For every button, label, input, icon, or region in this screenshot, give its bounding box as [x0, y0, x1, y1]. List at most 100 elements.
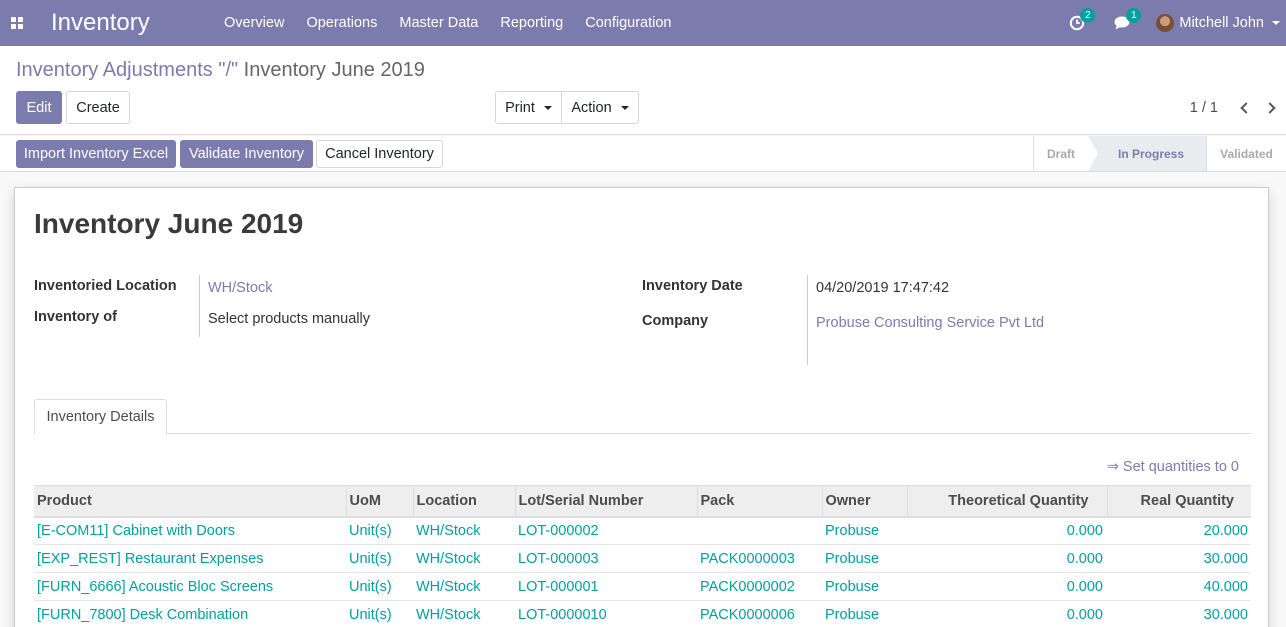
menu-operations[interactable]: Operations [295, 0, 388, 46]
column-pack[interactable]: Pack [696, 485, 822, 518]
sidebar-actions: Print Action [495, 91, 639, 124]
top-navbar: Inventory Overview Operations Master Dat… [0, 0, 1286, 46]
pager-previous-button[interactable] [1230, 91, 1258, 124]
menu-reporting[interactable]: Reporting [489, 0, 574, 46]
inventoried-location-value[interactable]: WH/Stock [208, 280, 272, 296]
cell-uom[interactable]: Unit(s) [346, 516, 413, 545]
create-button[interactable]: Create [66, 91, 130, 124]
breadcrumb-parent[interactable]: Inventory Adjustments [16, 59, 213, 81]
cell-owner[interactable]: Probuse [822, 544, 907, 573]
cell-real-qty[interactable]: 40.000 [1107, 572, 1251, 601]
field-divider [199, 275, 200, 337]
tab-inventory-details[interactable]: Inventory Details [34, 399, 167, 435]
cell-location[interactable]: WH/Stock [413, 544, 515, 573]
table-row[interactable]: [FURN_7800] Desk Combination Unit(s) WH/… [34, 600, 1251, 627]
message-count-badge: 1 [1126, 8, 1142, 23]
pager: 1 / 1 [1190, 91, 1286, 124]
table-row[interactable]: [E-COM11] Cabinet with Doors Unit(s) WH/… [34, 516, 1251, 545]
messages-menu[interactable]: 1 [1100, 0, 1146, 46]
company-label: Company [642, 313, 709, 329]
cell-theoretical-qty[interactable]: 0.000 [907, 516, 1107, 545]
column-theoretical-quantity[interactable]: Theoretical Quantity [906, 485, 1107, 518]
table-row[interactable]: [EXP_REST] Restaurant Expenses Unit(s) W… [34, 544, 1251, 573]
action-dropdown[interactable]: Action [562, 91, 639, 124]
company-value[interactable]: Probuse Consulting Service Pvt Ltd [816, 315, 1044, 331]
breadcrumb-current: Inventory June 2019 [243, 59, 425, 81]
menu-configuration[interactable]: Configuration [574, 0, 682, 46]
cell-uom[interactable]: Unit(s) [346, 600, 413, 627]
cell-owner[interactable]: Probuse [822, 572, 907, 601]
cell-product[interactable]: [E-COM11] Cabinet with Doors [34, 516, 346, 545]
cell-lot[interactable]: LOT-000002 [515, 516, 697, 545]
cell-product[interactable]: [FURN_6666] Acoustic Bloc Screens [34, 572, 346, 601]
activity-count-badge: 2 [1080, 8, 1096, 23]
form-statusbar: Import Inventory Excel Validate Inventor… [0, 136, 1286, 172]
cell-real-qty[interactable]: 20.000 [1107, 516, 1251, 545]
cell-lot[interactable]: LOT-000001 [515, 572, 697, 601]
cell-real-qty[interactable]: 30.000 [1107, 600, 1251, 627]
menu-master-data[interactable]: Master Data [388, 0, 489, 46]
chevron-down-icon [543, 105, 552, 110]
activity-menu[interactable]: 2 [1054, 0, 1100, 46]
column-product[interactable]: Product [34, 485, 346, 518]
systray: 2 1 Mitchell John [1054, 0, 1286, 46]
cell-pack[interactable]: PACK0000003 [697, 544, 822, 573]
cell-uom[interactable]: Unit(s) [346, 572, 413, 601]
set-quantities-button[interactable]: ⇒ Set quantities to 0 [1107, 459, 1239, 475]
validate-inventory-button[interactable]: Validate Inventory [180, 140, 313, 168]
cell-owner[interactable]: Probuse [822, 516, 907, 545]
chevron-down-icon [1272, 21, 1280, 25]
stage-draft: Draft [1033, 136, 1088, 171]
column-lot-serial[interactable]: Lot/Serial Number [514, 485, 697, 518]
field-divider [807, 275, 808, 365]
inventory-of-label: Inventory of [34, 309, 117, 325]
column-location[interactable]: Location [412, 485, 515, 518]
edit-button[interactable]: Edit [16, 91, 62, 124]
column-owner[interactable]: Owner [821, 485, 907, 518]
cell-lot[interactable]: LOT-0000010 [515, 600, 697, 627]
avatar [1156, 14, 1175, 32]
apps-grid-icon[interactable] [2, 0, 32, 46]
import-inventory-excel-button[interactable]: Import Inventory Excel [16, 140, 176, 168]
chevron-down-icon [620, 105, 629, 110]
cell-pack[interactable] [697, 516, 822, 545]
cell-pack[interactable]: PACK0000006 [697, 600, 822, 627]
inventoried-location-label: Inventoried Location [34, 278, 177, 294]
cell-theoretical-qty[interactable]: 0.000 [907, 544, 1107, 573]
cell-theoretical-qty[interactable]: 0.000 [907, 572, 1107, 601]
cell-product[interactable]: [FURN_7800] Desk Combination [34, 600, 346, 627]
menu-overview[interactable]: Overview [213, 0, 295, 46]
user-menu[interactable]: Mitchell John [1156, 14, 1280, 32]
column-real-quantity[interactable]: Real Quantity [1106, 485, 1251, 518]
pager-next-button[interactable] [1258, 91, 1286, 124]
cell-location[interactable]: WH/Stock [413, 600, 515, 627]
pager-value[interactable]: 1 / 1 [1190, 100, 1218, 116]
cancel-inventory-button[interactable]: Cancel Inventory [316, 140, 443, 168]
cell-theoretical-qty[interactable]: 0.000 [907, 600, 1107, 627]
cell-owner[interactable]: Probuse [822, 600, 907, 627]
table-row[interactable]: [FURN_6666] Acoustic Bloc Screens Unit(s… [34, 572, 1251, 601]
cell-uom[interactable]: Unit(s) [346, 544, 413, 573]
stage-in-progress: In Progress [1088, 136, 1206, 171]
stage-validated: Validated [1206, 136, 1286, 171]
inventory-of-value: Select products manually [208, 311, 370, 327]
inventory-lines-table: Product UoM Location Lot/Serial Number P… [34, 485, 1251, 627]
cell-product[interactable]: [EXP_REST] Restaurant Expenses [34, 544, 346, 573]
app-title[interactable]: Inventory [51, 9, 211, 37]
chevron-right-icon [1264, 101, 1276, 114]
form-sheet: Inventory June 2019 Inventoried Location… [14, 187, 1269, 627]
status-stages: Draft In Progress Validated [1033, 136, 1286, 171]
control-panel: Inventory Adjustments "/" Inventory June… [0, 46, 1286, 135]
inventory-date-label: Inventory Date [642, 278, 743, 294]
chevron-left-icon [1240, 101, 1252, 114]
print-label: Print [505, 99, 535, 116]
cell-location[interactable]: WH/Stock [413, 572, 515, 601]
cell-pack[interactable]: PACK0000002 [697, 572, 822, 601]
cell-lot[interactable]: LOT-000003 [515, 544, 697, 573]
column-uom[interactable]: UoM [345, 485, 413, 518]
cell-location[interactable]: WH/Stock [413, 516, 515, 545]
breadcrumb-separator: "/" [212, 59, 244, 81]
cell-real-qty[interactable]: 30.000 [1107, 544, 1251, 573]
record-title: Inventory June 2019 [34, 208, 304, 239]
print-dropdown[interactable]: Print [495, 91, 562, 124]
